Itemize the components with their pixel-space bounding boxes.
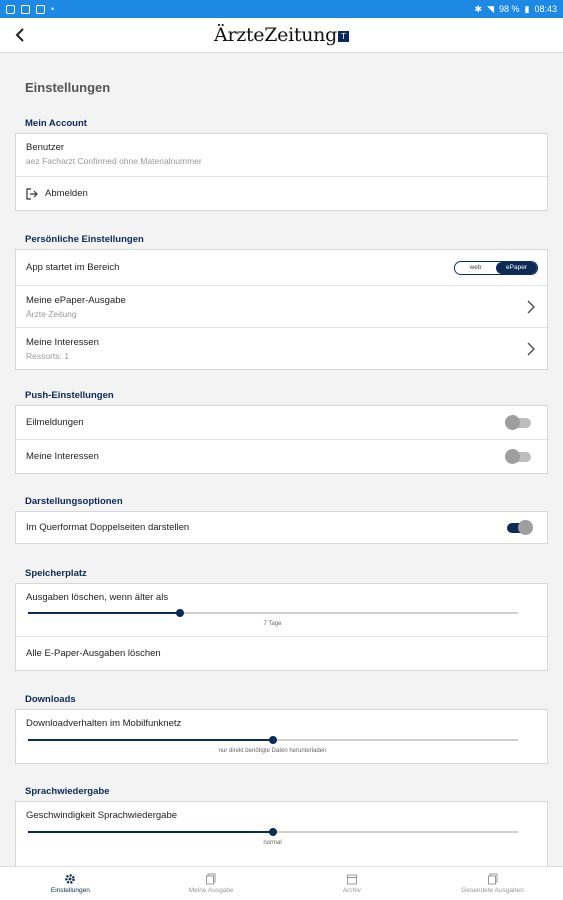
nav-item-sent-editions[interactable]: Gesendete Ausgaben bbox=[422, 867, 563, 900]
delete-older-value: 7 Tage bbox=[263, 621, 282, 627]
slider-fill bbox=[28, 612, 180, 614]
start-area-toggle[interactable]: web ePaper bbox=[454, 260, 538, 275]
bottom-navigation: Einstellungen Meine Ausgabe Archiv Gesen… bbox=[0, 866, 563, 900]
page-title: Einstellungen bbox=[25, 80, 111, 95]
epaper-label: Meine ePaper-Ausgabe bbox=[26, 295, 126, 306]
speech-speed-slider[interactable] bbox=[28, 828, 518, 836]
section-title-storage: Speicherplatz bbox=[25, 568, 87, 579]
app-logo: ÄrzteZeitung T bbox=[0, 24, 563, 46]
display-card: Im Querformat Doppelseiten darstellen bbox=[15, 511, 548, 544]
status-bar: • ✱ ◥ 98 % ▮ 08:43 bbox=[0, 0, 563, 18]
interests-label: Meine Interessen bbox=[26, 337, 99, 348]
push-interests-switch[interactable] bbox=[505, 448, 531, 464]
battery-text: 98 % bbox=[499, 4, 520, 14]
account-card: Benutzer aez Facharzt Confirmed ohne Mat… bbox=[15, 133, 548, 211]
bluetooth-icon: ✱ bbox=[474, 3, 483, 14]
delete-older-label: Ausgaben löschen, wenn älter als bbox=[26, 592, 169, 603]
push-interests-label: Meine Interessen bbox=[26, 451, 99, 462]
app-icon bbox=[36, 4, 45, 14]
switch-knob bbox=[518, 519, 533, 535]
speech-speed-value: normal bbox=[263, 840, 282, 846]
pages-icon bbox=[206, 873, 216, 885]
user-row: Benutzer aez Facharzt Confirmed ohne Mat… bbox=[16, 134, 547, 176]
battery-icon: ▮ bbox=[524, 3, 530, 14]
user-value: aez Facharzt Confirmed ohne Materialnumm… bbox=[26, 156, 202, 166]
slider-fill bbox=[28, 831, 273, 833]
user-label: Benutzer bbox=[26, 142, 65, 153]
slider-thumb[interactable] bbox=[175, 609, 184, 617]
chevron-right-icon bbox=[527, 342, 535, 355]
nav-label-archive: Archiv bbox=[342, 887, 361, 894]
more-dot-icon: • bbox=[51, 4, 55, 14]
chevron-right-icon bbox=[527, 300, 535, 313]
logout-row[interactable]: Abmelden bbox=[16, 176, 547, 210]
archive-icon bbox=[346, 874, 357, 885]
mobile-download-slider[interactable] bbox=[28, 736, 518, 744]
section-title-downloads: Downloads bbox=[25, 694, 76, 705]
nav-item-archive[interactable]: Archiv bbox=[282, 867, 423, 900]
switch-knob bbox=[505, 448, 520, 464]
delete-all-label: Alle E-Paper-Ausgaben löschen bbox=[26, 648, 161, 659]
slider-thumb[interactable] bbox=[269, 736, 277, 744]
section-title-personal: Persönliche Einstellungen bbox=[25, 234, 144, 245]
gear-icon bbox=[65, 874, 76, 884]
double-pages-label: Im Querformat Doppelseiten darstellen bbox=[26, 522, 190, 533]
start-area-row: App startet im Bereich web ePaper bbox=[16, 250, 547, 285]
interests-value: Ressorts: 1 bbox=[26, 351, 69, 361]
double-pages-switch[interactable] bbox=[507, 519, 533, 535]
gallery-icon bbox=[6, 4, 15, 14]
nav-label-settings: Einstellungen bbox=[50, 887, 90, 894]
nav-item-settings[interactable]: Einstellungen bbox=[0, 867, 141, 900]
section-title-account: Mein Account bbox=[25, 118, 87, 129]
start-area-option-web[interactable]: web bbox=[455, 261, 496, 274]
epaper-row[interactable]: Meine ePaper-Ausgabe Ärzte Zeitung bbox=[16, 285, 547, 327]
clock: 08:43 bbox=[534, 4, 557, 14]
mobile-download-row: Downloadverhalten im Mobilfunknetz nur d… bbox=[16, 710, 547, 763]
notification-icon bbox=[21, 4, 30, 14]
delete-older-row: Ausgaben löschen, wenn älter als 7 Tage bbox=[16, 584, 547, 636]
speech-card: Geschwindigkeit Sprachwiedergabe normal bbox=[15, 801, 548, 866]
storage-card: Ausgaben löschen, wenn älter als 7 Tage … bbox=[15, 583, 548, 671]
logo-text: ÄrzteZeitung bbox=[214, 24, 337, 46]
section-title-push: Push-Einstellungen bbox=[25, 390, 114, 401]
logout-icon bbox=[26, 187, 38, 200]
personal-card: App startet im Bereich web ePaper Meine … bbox=[15, 249, 548, 370]
nav-label-sent-editions: Gesendete Ausgaben bbox=[461, 887, 524, 894]
speech-speed-row: Geschwindigkeit Sprachwiedergabe normal bbox=[16, 802, 547, 862]
section-title-speech: Sprachwiedergabe bbox=[25, 786, 110, 797]
nav-label-my-edition: Meine Ausgabe bbox=[188, 887, 234, 894]
delete-older-slider[interactable] bbox=[28, 609, 518, 617]
start-area-label: App startet im Bereich bbox=[26, 262, 120, 273]
wifi-icon: ◥ bbox=[487, 3, 494, 14]
epaper-value: Ärzte Zeitung bbox=[26, 309, 77, 319]
interests-row[interactable]: Meine Interessen Ressorts: 1 bbox=[16, 327, 547, 369]
logout-label: Abmelden bbox=[45, 188, 88, 199]
double-pages-row: Im Querformat Doppelseiten darstellen bbox=[16, 512, 547, 543]
start-area-option-epaper[interactable]: ePaper bbox=[496, 261, 537, 274]
app-bar: ÄrzteZeitung T bbox=[0, 18, 563, 53]
nav-item-my-edition[interactable]: Meine Ausgabe bbox=[141, 867, 282, 900]
downloads-card: Downloadverhalten im Mobilfunknetz nur d… bbox=[15, 709, 548, 764]
mobile-download-value: nur direkt benötigte Daten herunterladen bbox=[218, 748, 327, 754]
switch-knob bbox=[505, 414, 520, 430]
breaking-news-row: Eilmeldungen bbox=[16, 406, 547, 439]
push-card: Eilmeldungen Meine Interessen bbox=[15, 405, 548, 474]
sent-pages-icon bbox=[487, 873, 498, 885]
slider-thumb[interactable] bbox=[269, 828, 277, 836]
breaking-news-label: Eilmeldungen bbox=[26, 417, 84, 428]
section-title-display: Darstellungsoptionen bbox=[25, 496, 123, 507]
speech-speed-label: Geschwindigkeit Sprachwiedergabe bbox=[26, 810, 178, 821]
slider-fill bbox=[28, 739, 273, 741]
breaking-news-switch[interactable] bbox=[505, 414, 531, 430]
settings-content[interactable]: Einstellungen Mein Account Benutzer aez … bbox=[0, 54, 563, 866]
logo-badge: T bbox=[337, 31, 349, 42]
mobile-download-label: Downloadverhalten im Mobilfunknetz bbox=[26, 718, 182, 729]
delete-all-row[interactable]: Alle E-Paper-Ausgaben löschen bbox=[16, 636, 547, 670]
push-interests-row: Meine Interessen bbox=[16, 439, 547, 473]
